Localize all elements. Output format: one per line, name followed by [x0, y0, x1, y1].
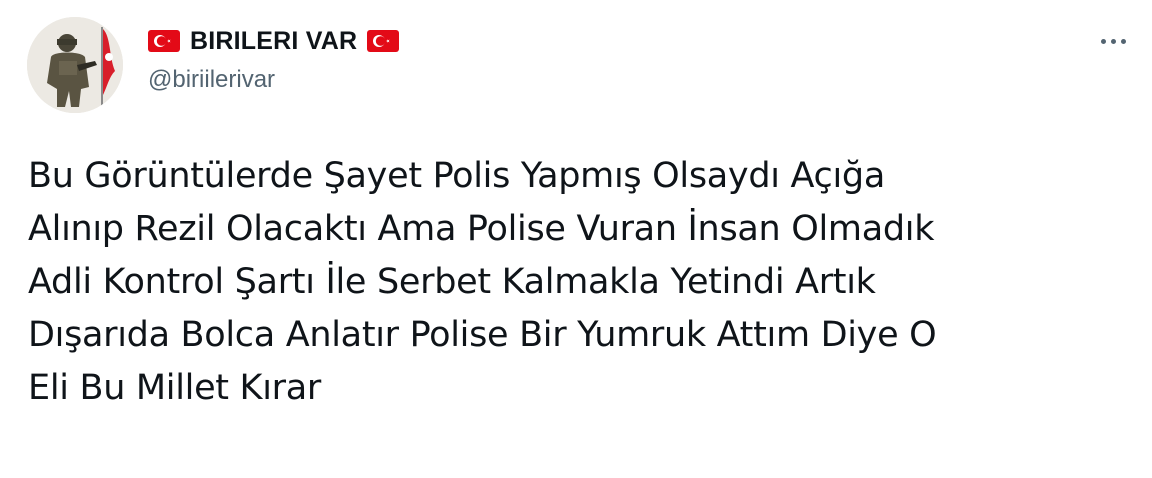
tweet-text-line: Bu Görüntülerde Şayet Polis Yapmış Olsay…	[28, 156, 885, 196]
author-display-name[interactable]: BIRILERI VAR	[190, 27, 357, 56]
more-dot	[1110, 38, 1116, 44]
author-name-row[interactable]: BIRILERI VAR	[148, 24, 400, 58]
more-dot	[1100, 38, 1106, 44]
more-dot	[1120, 38, 1126, 44]
avatar[interactable]	[27, 17, 123, 113]
tweet-text-line: Eli Bu Millet Kırar	[28, 368, 321, 408]
turkish-flag-icon	[148, 30, 180, 52]
tweet-text-line: Adli Kontrol Şartı İle Serbet Kalmakla Y…	[28, 262, 876, 302]
turkish-flag-icon	[367, 30, 400, 52]
author-handle[interactable]: @biriilerivar	[148, 66, 399, 94]
tweet-text-line: Alınıp Rezil Olacaktı Ama Polise Vuran İ…	[28, 209, 935, 249]
tweet-text: Bu Görüntülerde Şayet Polis Yapmış Olsay…	[28, 150, 1128, 415]
tweet-card: BIRILERI VAR @biriilerivar Bu Görüntüler…	[0, 0, 1152, 478]
more-options-icon[interactable]	[1092, 28, 1134, 54]
tweet-header: BIRILERI VAR @biriilerivar	[148, 24, 400, 94]
tweet-text-line: Dışarıda Bolca Anlatır Polise Bir Yumruk…	[28, 315, 937, 355]
